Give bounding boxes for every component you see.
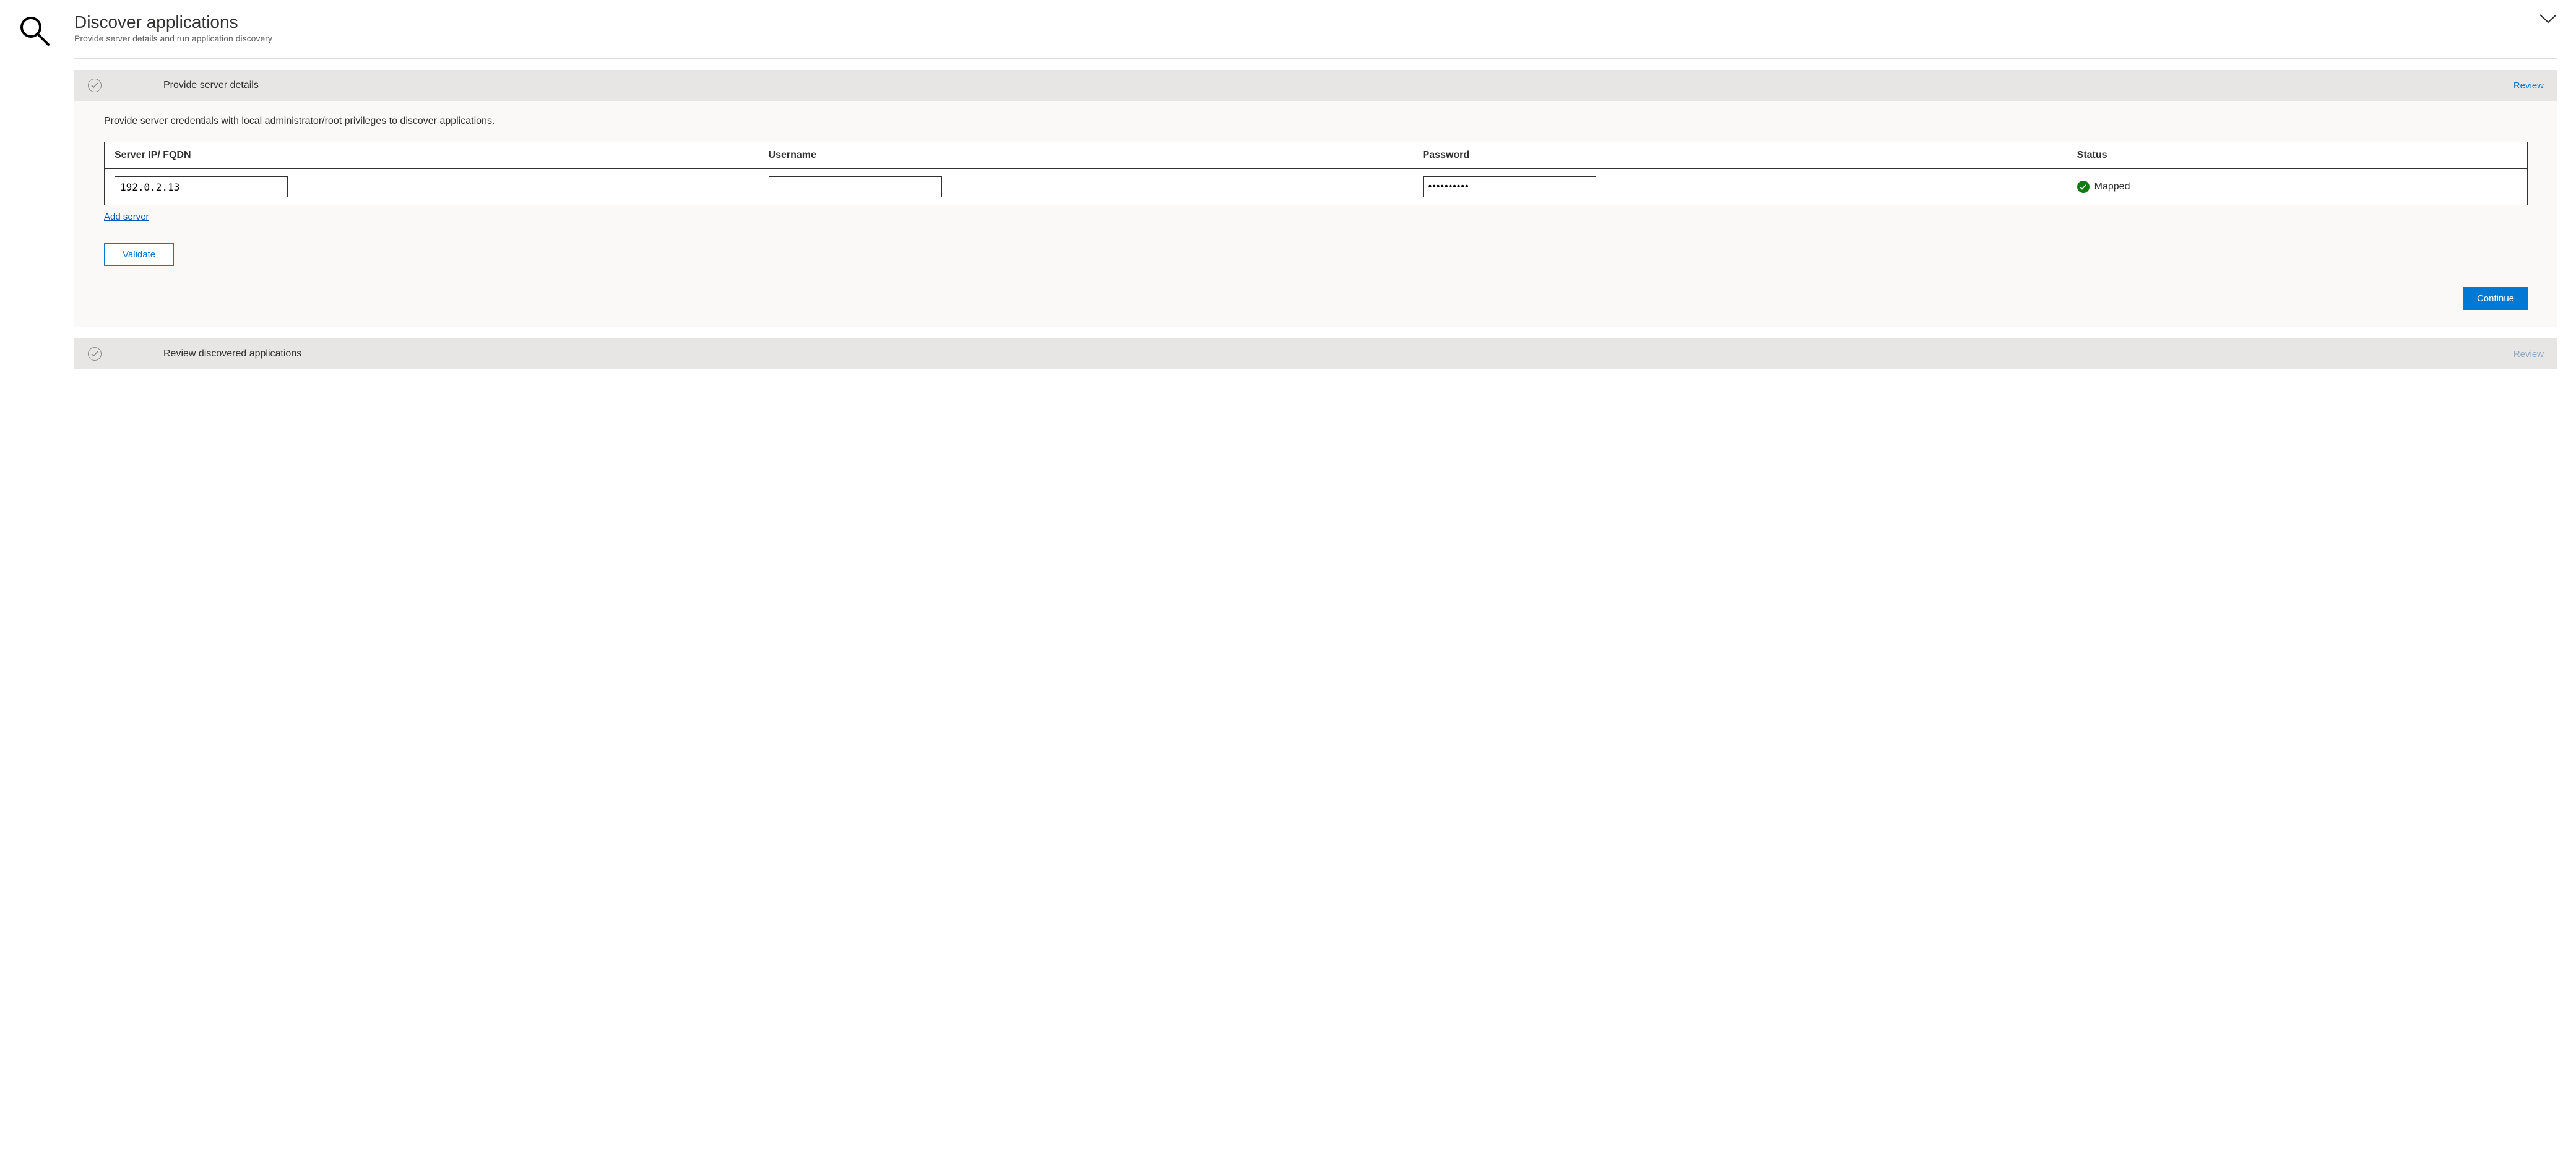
add-server-link[interactable]: Add server xyxy=(104,212,149,222)
col-username: Username xyxy=(759,142,1413,169)
step-title: Review discovered applications xyxy=(163,348,301,359)
password-input[interactable] xyxy=(1423,176,1596,197)
step-review-discovered: Review discovered applications Review xyxy=(74,338,2557,369)
col-password: Password xyxy=(1413,142,2067,169)
server-table: Server IP/ FQDN Username Password Status xyxy=(104,142,2528,205)
check-circle-icon xyxy=(88,347,102,361)
server-ip-input[interactable] xyxy=(115,176,288,197)
step-provide-server-details: Provide server details Review Provide se… xyxy=(74,70,2557,327)
status-success-icon xyxy=(2077,181,2090,193)
username-input[interactable] xyxy=(769,176,942,197)
continue-button[interactable]: Continue xyxy=(2463,287,2528,310)
chevron-down-icon[interactable] xyxy=(2539,12,2557,27)
step-header: Provide server details Review xyxy=(74,70,2557,101)
table-row: Mapped xyxy=(105,169,2528,205)
divider xyxy=(74,58,2557,59)
step-title: Provide server details xyxy=(163,80,259,91)
search-icon xyxy=(19,39,51,49)
page-title: Discover applications xyxy=(74,12,272,32)
review-link[interactable]: Review xyxy=(2513,349,2544,359)
instructions-text: Provide server credentials with local ad… xyxy=(104,116,2528,127)
status-text: Mapped xyxy=(2094,181,2130,192)
step-header: Review discovered applications Review xyxy=(74,338,2557,369)
review-link[interactable]: Review xyxy=(2513,80,2544,91)
col-status: Status xyxy=(2067,142,2528,169)
validate-button[interactable]: Validate xyxy=(104,243,174,266)
check-circle-icon xyxy=(88,79,102,92)
page-subtitle: Provide server details and run applicati… xyxy=(74,33,272,43)
col-server: Server IP/ FQDN xyxy=(105,142,759,169)
